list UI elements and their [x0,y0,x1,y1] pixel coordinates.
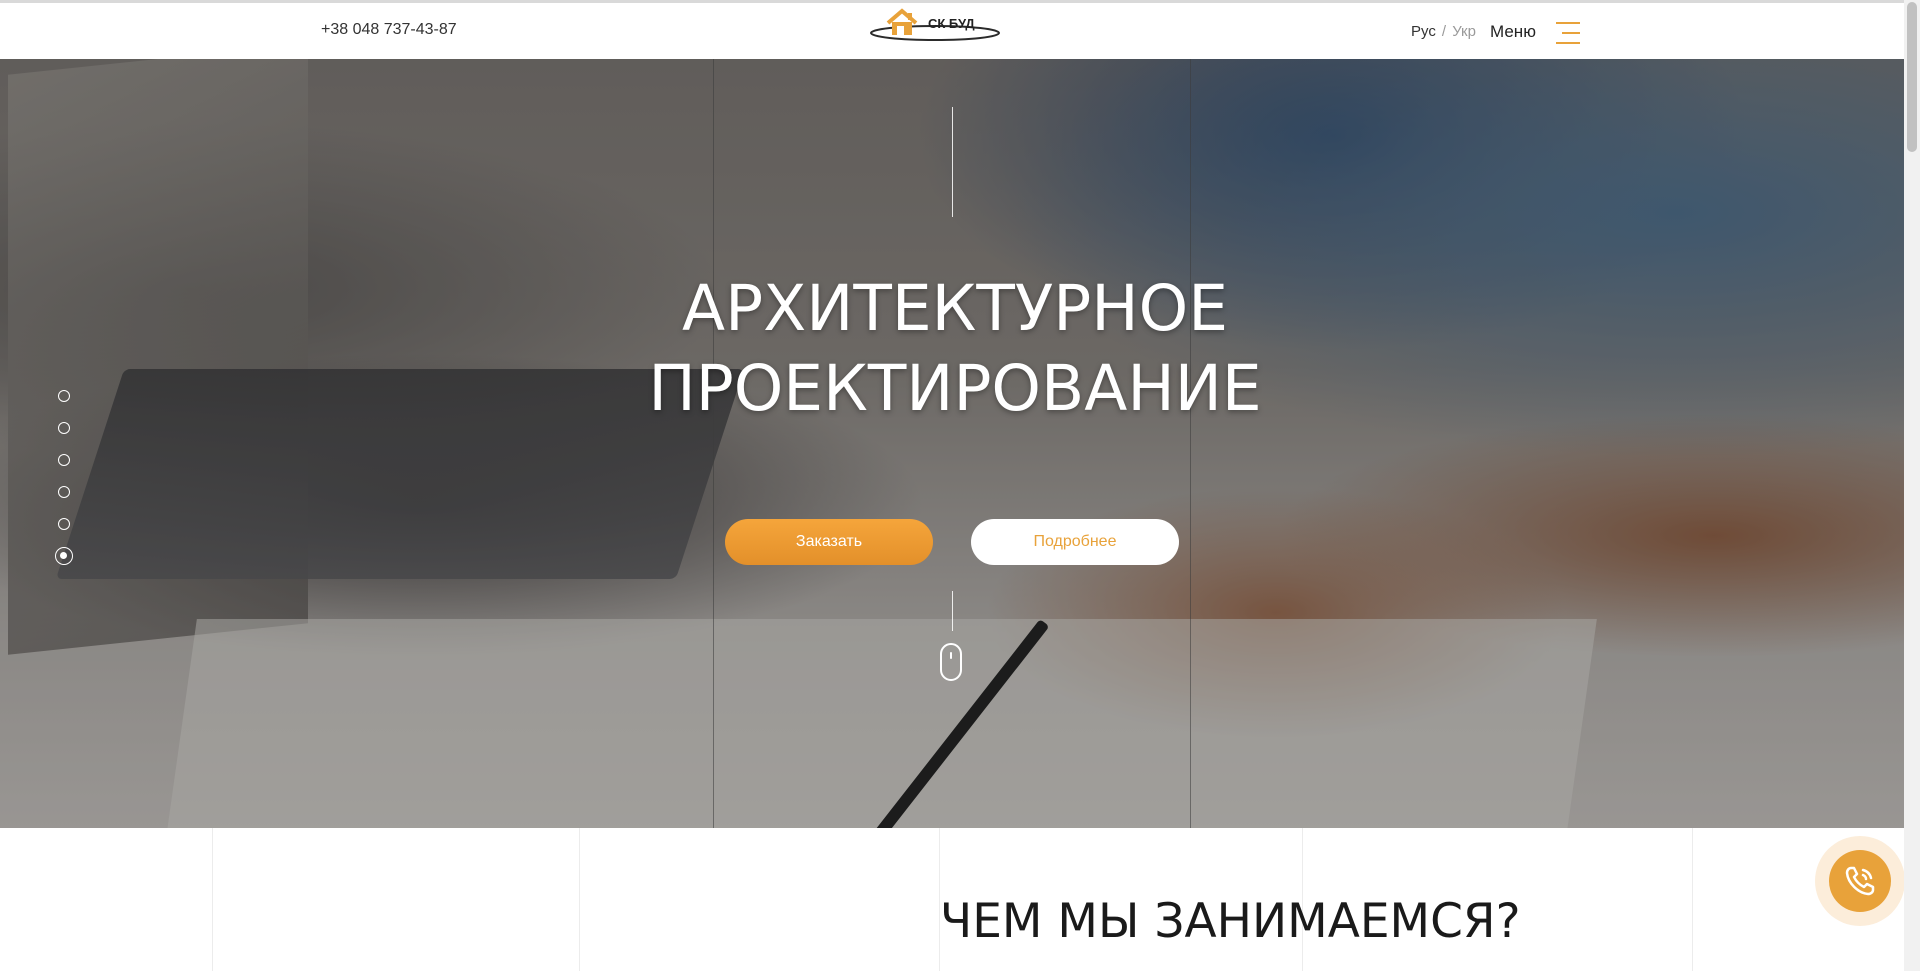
slider-dot-5[interactable] [58,518,70,530]
call-widget [1815,836,1905,926]
logo-text: СК БУД [928,16,975,31]
hero-title-line2: ПРОЕКТИРОВАНИЕ [648,352,1262,425]
phone-call-icon [1845,866,1875,896]
lang-ru-link[interactable]: Рус [1411,23,1436,40]
slider-dot-1[interactable] [58,390,70,402]
hero-title: АРХИТЕКТУРНОЕ ПРОЕКТИРОВАНИЕ [560,269,1350,429]
hamburger-icon[interactable] [1556,22,1584,44]
hero-title-line1: АРХИТЕКТУРНОЕ [681,272,1229,345]
section-grid-line [579,828,580,971]
language-switcher: Рус / Укр [1411,23,1476,40]
phone-link[interactable]: +38 048 737-43-87 [321,21,457,39]
page: +38 048 737-43-87 СК БУД Рус / Укр Меню [0,0,1920,971]
lang-separator: / [1441,23,1447,40]
section-grid-line [212,828,213,971]
services-section: ЧЕМ МЫ ЗАНИМАЕМСЯ? [0,828,1904,971]
menu-label[interactable]: Меню [1490,22,1536,42]
section-grid-line [1692,828,1693,971]
order-button[interactable]: Заказать [725,519,933,565]
more-button[interactable]: Подробнее [971,519,1179,565]
scrollbar-thumb[interactable] [1907,2,1917,152]
hero-grid-line [1190,59,1191,828]
hero-grid-line [713,59,714,828]
hero-section: АРХИТЕКТУРНОЕ ПРОЕКТИРОВАНИЕ Заказать По… [0,59,1904,828]
site-header: +38 048 737-43-87 СК БУД Рус / Укр Меню [0,0,1904,59]
logo[interactable]: СК БУД [868,5,1002,45]
slider-dot-6[interactable] [55,547,73,565]
scrollbar[interactable] [1904,0,1920,971]
slider-dot-2[interactable] [58,422,70,434]
scroll-line [952,591,953,631]
mouse-scroll-icon[interactable] [940,643,962,681]
call-button[interactable] [1829,850,1891,912]
slider-dot-4[interactable] [58,486,70,498]
section-title: ЧЕМ МЫ ЗАНИМАЕМСЯ? [940,894,1521,949]
hero-top-line [952,107,953,217]
slider-dot-3[interactable] [58,454,70,466]
lang-ua-link[interactable]: Укр [1452,23,1476,40]
